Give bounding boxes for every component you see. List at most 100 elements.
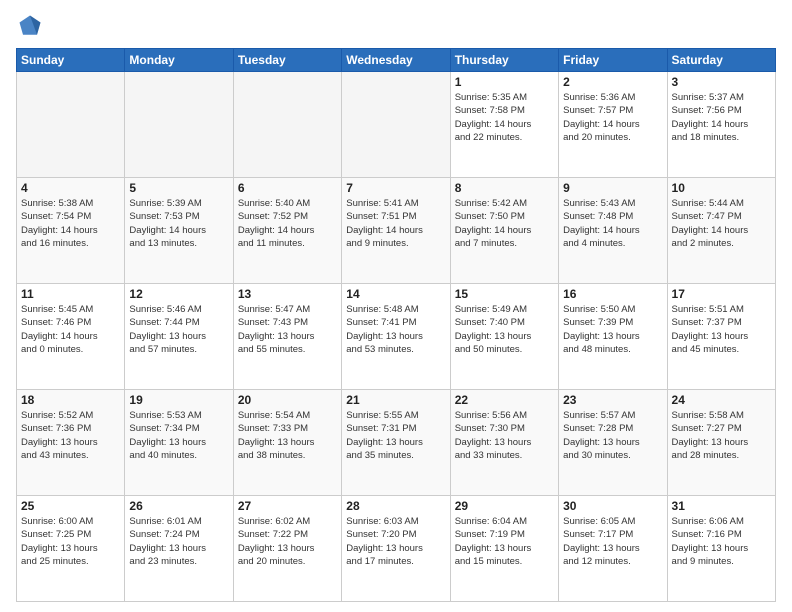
day-number: 11 (21, 287, 120, 301)
calendar-cell: 8 Sunrise: 5:42 AM Sunset: 7:50 PM Daylig… (450, 178, 558, 284)
day-number: 18 (21, 393, 120, 407)
day-number: 27 (238, 499, 337, 513)
day-number: 22 (455, 393, 554, 407)
day-info: Sunrise: 5:58 AM Sunset: 7:27 PM Dayligh… (672, 409, 771, 462)
day-info: Sunrise: 5:41 AM Sunset: 7:51 PM Dayligh… (346, 197, 445, 250)
day-info: Sunrise: 5:38 AM Sunset: 7:54 PM Dayligh… (21, 197, 120, 250)
calendar-table: SundayMondayTuesdayWednesdayThursdayFrid… (16, 48, 776, 602)
calendar-header-wednesday: Wednesday (342, 49, 450, 72)
calendar-cell: 12 Sunrise: 5:46 AM Sunset: 7:44 PM Dayli… (125, 284, 233, 390)
day-number: 7 (346, 181, 445, 195)
calendar-cell: 4 Sunrise: 5:38 AM Sunset: 7:54 PM Daylig… (17, 178, 125, 284)
calendar-cell: 2 Sunrise: 5:36 AM Sunset: 7:57 PM Daylig… (559, 72, 667, 178)
calendar-cell: 1 Sunrise: 5:35 AM Sunset: 7:58 PM Daylig… (450, 72, 558, 178)
day-number: 10 (672, 181, 771, 195)
calendar-cell: 24Sunrise: 5:58 AM Sunset: 7:27 PM Dayli… (667, 390, 775, 496)
day-number: 23 (563, 393, 662, 407)
day-info: Sunrise: 5:54 AM Sunset: 7:33 PM Dayligh… (238, 409, 337, 462)
day-info: Sunrise: 5:56 AM Sunset: 7:30 PM Dayligh… (455, 409, 554, 462)
calendar-week-5: 25Sunrise: 6:00 AM Sunset: 7:25 PM Dayli… (17, 496, 776, 602)
calendar-cell: 3Sunrise: 5:37 AM Sunset: 7:56 PM Daylig… (667, 72, 775, 178)
day-info: Sunrise: 5:42 AM Sunset: 7:50 PM Dayligh… (455, 197, 554, 250)
day-number: 8 (455, 181, 554, 195)
calendar-cell: 11 Sunrise: 5:45 AM Sunset: 7:46 PM Dayli… (17, 284, 125, 390)
day-number: 6 (238, 181, 337, 195)
logo (16, 12, 48, 40)
day-number: 3 (672, 75, 771, 89)
day-info: Sunrise: 5:43 AM Sunset: 7:48 PM Dayligh… (563, 197, 662, 250)
day-number: 13 (238, 287, 337, 301)
day-info: Sunrise: 5:44 AM Sunset: 7:47 PM Dayligh… (672, 197, 771, 250)
calendar-cell: 16 Sunrise: 5:50 AM Sunset: 7:39 PM Dayli… (559, 284, 667, 390)
day-info: Sunrise: 5:52 AM Sunset: 7:36 PM Dayligh… (21, 409, 120, 462)
calendar-header-thursday: Thursday (450, 49, 558, 72)
day-info: Sunrise: 5:45 AM Sunset: 7:46 PM Dayligh… (21, 303, 120, 356)
day-number: 12 (129, 287, 228, 301)
day-info: Sunrise: 6:05 AM Sunset: 7:17 PM Dayligh… (563, 515, 662, 568)
day-number: 16 (563, 287, 662, 301)
day-number: 20 (238, 393, 337, 407)
day-info: Sunrise: 5:48 AM Sunset: 7:41 PM Dayligh… (346, 303, 445, 356)
calendar-week-1: 1 Sunrise: 5:35 AM Sunset: 7:58 PM Daylig… (17, 72, 776, 178)
calendar-week-2: 4 Sunrise: 5:38 AM Sunset: 7:54 PM Daylig… (17, 178, 776, 284)
day-info: Sunrise: 5:55 AM Sunset: 7:31 PM Dayligh… (346, 409, 445, 462)
calendar-week-3: 11 Sunrise: 5:45 AM Sunset: 7:46 PM Dayli… (17, 284, 776, 390)
day-info: Sunrise: 5:49 AM Sunset: 7:40 PM Dayligh… (455, 303, 554, 356)
calendar-cell: 17 Sunrise: 5:51 AM Sunset: 7:37 PM Dayli… (667, 284, 775, 390)
calendar-cell: 13 Sunrise: 5:47 AM Sunset: 7:43 PM Dayli… (233, 284, 341, 390)
calendar-header-friday: Friday (559, 49, 667, 72)
day-info: Sunrise: 5:36 AM Sunset: 7:57 PM Dayligh… (563, 91, 662, 144)
day-number: 30 (563, 499, 662, 513)
day-info: Sunrise: 6:01 AM Sunset: 7:24 PM Dayligh… (129, 515, 228, 568)
day-info: Sunrise: 6:02 AM Sunset: 7:22 PM Dayligh… (238, 515, 337, 568)
calendar-cell: 28Sunrise: 6:03 AM Sunset: 7:20 PM Dayli… (342, 496, 450, 602)
calendar-cell: 25Sunrise: 6:00 AM Sunset: 7:25 PM Dayli… (17, 496, 125, 602)
day-number: 26 (129, 499, 228, 513)
day-number: 21 (346, 393, 445, 407)
calendar-header-saturday: Saturday (667, 49, 775, 72)
day-info: Sunrise: 5:51 AM Sunset: 7:37 PM Dayligh… (672, 303, 771, 356)
calendar-cell: 29Sunrise: 6:04 AM Sunset: 7:19 PM Dayli… (450, 496, 558, 602)
calendar-cell: 27 Sunrise: 6:02 AM Sunset: 7:22 PM Dayli… (233, 496, 341, 602)
day-number: 5 (129, 181, 228, 195)
calendar-cell (342, 72, 450, 178)
calendar-header-monday: Monday (125, 49, 233, 72)
day-info: Sunrise: 5:50 AM Sunset: 7:39 PM Dayligh… (563, 303, 662, 356)
day-info: Sunrise: 5:35 AM Sunset: 7:58 PM Dayligh… (455, 91, 554, 144)
day-number: 17 (672, 287, 771, 301)
calendar-cell (125, 72, 233, 178)
logo-icon (16, 12, 44, 40)
calendar-cell: 23Sunrise: 5:57 AM Sunset: 7:28 PM Dayli… (559, 390, 667, 496)
day-number: 4 (21, 181, 120, 195)
calendar-cell: 15Sunrise: 5:49 AM Sunset: 7:40 PM Dayli… (450, 284, 558, 390)
calendar-week-4: 18 Sunrise: 5:52 AM Sunset: 7:36 PM Dayli… (17, 390, 776, 496)
header (16, 12, 776, 40)
calendar-cell: 26 Sunrise: 6:01 AM Sunset: 7:24 PM Dayli… (125, 496, 233, 602)
day-info: Sunrise: 5:53 AM Sunset: 7:34 PM Dayligh… (129, 409, 228, 462)
day-info: Sunrise: 6:00 AM Sunset: 7:25 PM Dayligh… (21, 515, 120, 568)
calendar-cell: 20 Sunrise: 5:54 AM Sunset: 7:33 PM Dayli… (233, 390, 341, 496)
calendar-header-sunday: Sunday (17, 49, 125, 72)
calendar-cell: 6 Sunrise: 5:40 AM Sunset: 7:52 PM Daylig… (233, 178, 341, 284)
day-number: 14 (346, 287, 445, 301)
day-number: 1 (455, 75, 554, 89)
calendar-header-row: SundayMondayTuesdayWednesdayThursdayFrid… (17, 49, 776, 72)
calendar-cell: 19Sunrise: 5:53 AM Sunset: 7:34 PM Dayli… (125, 390, 233, 496)
calendar-cell: 21 Sunrise: 5:55 AM Sunset: 7:31 PM Dayli… (342, 390, 450, 496)
calendar-cell: 30 Sunrise: 6:05 AM Sunset: 7:17 PM Dayli… (559, 496, 667, 602)
day-number: 31 (672, 499, 771, 513)
day-number: 2 (563, 75, 662, 89)
calendar-cell: 5Sunrise: 5:39 AM Sunset: 7:53 PM Daylig… (125, 178, 233, 284)
calendar-cell: 22 Sunrise: 5:56 AM Sunset: 7:30 PM Dayli… (450, 390, 558, 496)
calendar-cell: 14 Sunrise: 5:48 AM Sunset: 7:41 PM Dayli… (342, 284, 450, 390)
calendar-cell: 18 Sunrise: 5:52 AM Sunset: 7:36 PM Dayli… (17, 390, 125, 496)
day-info: Sunrise: 5:47 AM Sunset: 7:43 PM Dayligh… (238, 303, 337, 356)
day-info: Sunrise: 5:46 AM Sunset: 7:44 PM Dayligh… (129, 303, 228, 356)
day-info: Sunrise: 6:06 AM Sunset: 7:16 PM Dayligh… (672, 515, 771, 568)
day-info: Sunrise: 5:40 AM Sunset: 7:52 PM Dayligh… (238, 197, 337, 250)
day-number: 9 (563, 181, 662, 195)
day-number: 29 (455, 499, 554, 513)
page: SundayMondayTuesdayWednesdayThursdayFrid… (0, 0, 792, 612)
calendar-cell (17, 72, 125, 178)
calendar-header-tuesday: Tuesday (233, 49, 341, 72)
